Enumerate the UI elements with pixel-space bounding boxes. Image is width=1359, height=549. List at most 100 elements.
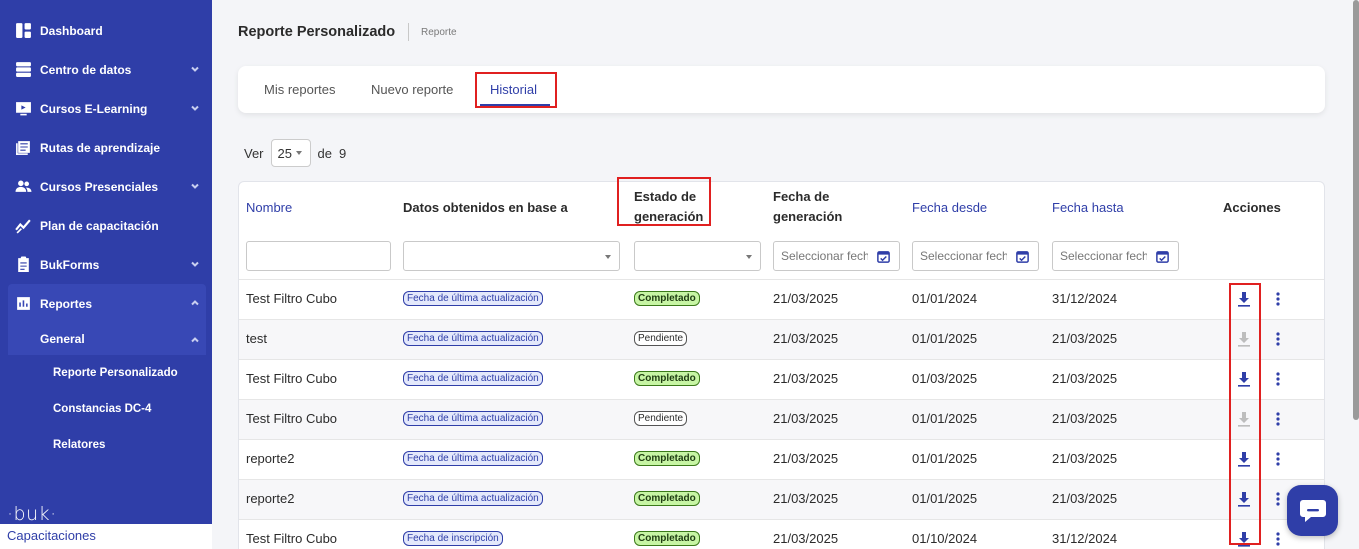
column-header-acciones: Acciones bbox=[1223, 200, 1281, 215]
download-icon bbox=[1238, 332, 1250, 347]
breadcrumb[interactable]: Reporte bbox=[421, 27, 457, 38]
filter-nombre-input[interactable] bbox=[246, 241, 391, 271]
cell-nombre: reporte2 bbox=[246, 451, 295, 466]
cell-fecha-hasta: 21/03/2025 bbox=[1052, 331, 1118, 346]
filter-estado-select[interactable] bbox=[634, 241, 761, 271]
sidebar-leaf-reporte-personalizado[interactable]: Reporte Personalizado bbox=[0, 355, 212, 391]
more-options-icon[interactable] bbox=[1275, 451, 1281, 467]
cell-datos-badge: Fecha de inscripción bbox=[403, 531, 503, 546]
book-list-icon bbox=[14, 139, 32, 157]
calendar-icon[interactable] bbox=[868, 241, 900, 271]
sidebar-item-plan-de-capacitacion[interactable]: Plan de capacitación bbox=[0, 206, 212, 245]
download-icon[interactable] bbox=[1237, 291, 1251, 307]
page-size-select[interactable]: 25 bbox=[270, 139, 311, 167]
filter-fecha-generacion-input[interactable]: Seleccionar fecha bbox=[773, 241, 869, 271]
cell-fecha-hasta: 31/12/2024 bbox=[1052, 291, 1118, 306]
status-badge: Completado bbox=[634, 371, 700, 386]
server-icon bbox=[14, 61, 32, 79]
column-header-fecha-gen-line1: Fecha de bbox=[773, 189, 830, 204]
more-options-icon[interactable] bbox=[1275, 491, 1281, 507]
sidebar-item-dashboard[interactable]: Dashboard bbox=[0, 11, 212, 50]
more-options-icon[interactable] bbox=[1275, 291, 1281, 307]
cell-fecha-generacion: 21/03/2025 bbox=[773, 331, 839, 346]
chevron-down-icon bbox=[190, 180, 200, 190]
column-header-nombre[interactable]: Nombre bbox=[246, 198, 292, 218]
column-header-fecha-gen-line2: generación bbox=[773, 209, 843, 224]
chat-bubble-icon bbox=[1299, 499, 1326, 522]
column-header-fecha-hasta[interactable]: Fecha hasta bbox=[1052, 198, 1124, 218]
app-switcher-label[interactable]: Capacitaciones bbox=[0, 524, 212, 549]
tab-mis-reportes[interactable]: Mis reportes bbox=[264, 82, 336, 97]
sidebar-item-bukforms[interactable]: BukForms bbox=[0, 245, 212, 284]
chevron-down-icon bbox=[190, 63, 200, 73]
sidebar-item-reportes[interactable]: Reportes bbox=[8, 284, 206, 323]
sidebar-item-cursos-elearning[interactable]: Cursos E-Learning bbox=[0, 89, 212, 128]
sidebar-item-label: Rutas de aprendizaje bbox=[40, 140, 161, 155]
tab-bar: Mis reportes Nuevo reporte Historial bbox=[238, 66, 1325, 113]
filter-fecha-hasta-input[interactable]: Seleccionar fecha bbox=[1052, 241, 1148, 271]
pager-prefix: Ver bbox=[244, 145, 264, 161]
table-row: reporte2 Fecha de última actualización C… bbox=[239, 479, 1324, 519]
sidebar-group-label: General bbox=[40, 332, 85, 346]
sidebar-item-label: Plan de capacitación bbox=[40, 218, 159, 233]
cell-fecha-desde: 01/03/2025 bbox=[912, 371, 978, 386]
sidebar-item-centro-de-datos[interactable]: Centro de datos bbox=[0, 50, 212, 89]
download-icon[interactable] bbox=[1237, 451, 1251, 467]
cell-nombre: test bbox=[246, 331, 267, 346]
more-options-icon[interactable] bbox=[1275, 371, 1281, 387]
cell-fecha-desde: 01/10/2024 bbox=[912, 531, 978, 546]
caret-down-icon bbox=[605, 255, 611, 259]
chart-line-icon bbox=[14, 217, 32, 235]
buk-logo: ·buk· bbox=[7, 503, 57, 525]
report-icon bbox=[14, 295, 32, 313]
sidebar-leaf-constancias-dc4[interactable]: Constancias DC-4 bbox=[0, 391, 212, 427]
column-header-fecha-desde[interactable]: Fecha desde bbox=[912, 198, 987, 218]
cell-fecha-hasta: 21/03/2025 bbox=[1052, 371, 1118, 386]
status-badge: Pendiente bbox=[634, 411, 688, 426]
status-badge: Completado bbox=[634, 491, 700, 506]
people-icon bbox=[14, 178, 32, 196]
status-badge: Completado bbox=[634, 531, 700, 546]
cell-fecha-desde: 01/01/2025 bbox=[912, 491, 978, 506]
table-row: reporte2 Fecha de última actualización C… bbox=[239, 439, 1324, 479]
sidebar: Dashboard Centro de datos Cursos E-Learn… bbox=[0, 0, 212, 549]
cell-fecha-desde: 01/01/2024 bbox=[912, 291, 978, 306]
cell-fecha-generacion: 21/03/2025 bbox=[773, 291, 839, 306]
cell-datos-badge: Fecha de última actualización bbox=[403, 371, 543, 386]
download-icon[interactable] bbox=[1237, 371, 1251, 387]
column-header-estado-line2: generación bbox=[634, 209, 704, 224]
monitor-play-icon bbox=[14, 100, 32, 118]
filter-datos-select[interactable] bbox=[403, 241, 620, 271]
download-icon[interactable] bbox=[1237, 491, 1251, 507]
reports-table: Nombre Datos obtenidos en base a Estado … bbox=[238, 181, 1325, 549]
sidebar-item-label: Cursos Presenciales bbox=[40, 179, 159, 194]
more-options-icon[interactable] bbox=[1275, 531, 1281, 547]
sidebar-item-rutas-de-aprendizaje[interactable]: Rutas de aprendizaje bbox=[0, 128, 212, 167]
page-scrollbar[interactable] bbox=[1353, 0, 1359, 420]
filter-fecha-desde-input[interactable]: Seleccionar fecha bbox=[912, 241, 1008, 271]
page-size-control: Ver 25 de 9 bbox=[244, 139, 346, 167]
chat-button[interactable] bbox=[1287, 485, 1338, 536]
sidebar-item-cursos-presenciales[interactable]: Cursos Presenciales bbox=[0, 167, 212, 206]
page-size-value: 25 bbox=[277, 145, 292, 161]
table-row: Test Filtro Cubo Fecha de última actuali… bbox=[239, 399, 1324, 439]
caret-down-icon bbox=[295, 151, 302, 155]
calendar-icon[interactable] bbox=[1147, 241, 1179, 271]
cell-fecha-hasta: 21/03/2025 bbox=[1052, 491, 1118, 506]
sidebar-group-general[interactable]: General bbox=[8, 323, 206, 355]
cell-nombre: Test Filtro Cubo bbox=[246, 531, 338, 546]
sidebar-leaf-relatores[interactable]: Relatores bbox=[0, 427, 212, 463]
cell-datos-badge: Fecha de última actualización bbox=[403, 491, 543, 506]
download-icon[interactable] bbox=[1237, 531, 1251, 547]
cell-fecha-generacion: 21/03/2025 bbox=[773, 491, 839, 506]
more-options-icon[interactable] bbox=[1275, 331, 1281, 347]
cell-fecha-hasta: 21/03/2025 bbox=[1052, 451, 1118, 466]
clipboard-icon bbox=[14, 256, 32, 274]
more-options-icon[interactable] bbox=[1275, 411, 1281, 427]
caret-down-icon bbox=[746, 255, 752, 259]
calendar-icon[interactable] bbox=[1007, 241, 1039, 271]
sidebar-item-label: Reportes bbox=[40, 296, 93, 311]
cell-fecha-desde: 01/01/2025 bbox=[912, 331, 978, 346]
tab-nuevo-reporte[interactable]: Nuevo reporte bbox=[371, 82, 453, 97]
cell-nombre: Test Filtro Cubo bbox=[246, 371, 338, 386]
